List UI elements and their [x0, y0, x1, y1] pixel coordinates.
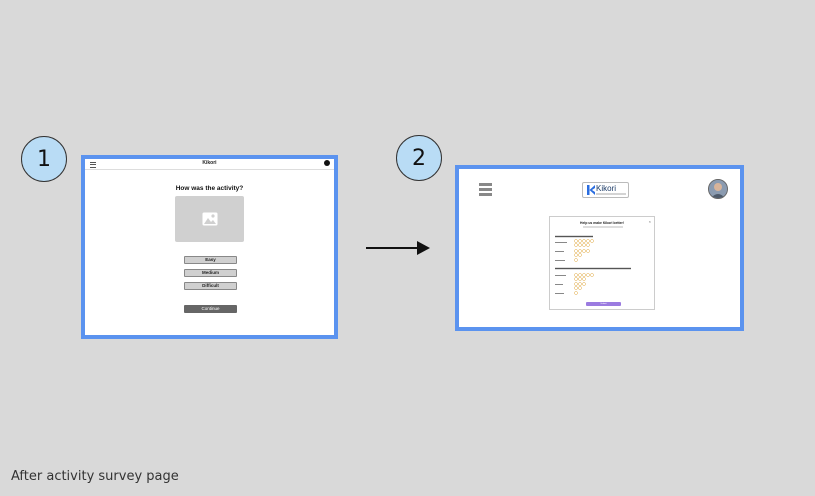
rating-row-label: [555, 284, 563, 285]
app-title: Kikori: [202, 160, 217, 166]
submit-button[interactable]: Submit: [586, 302, 621, 306]
kikori-logo-icon: [587, 185, 595, 195]
option-medium-button[interactable]: Medium: [184, 269, 237, 277]
step-number-2: 2: [396, 135, 442, 181]
rating-row-label: [555, 260, 565, 261]
screen-survey-form: Kikori Help us make Kikori better! × Sub…: [455, 165, 744, 331]
flow-arrow-icon: [366, 241, 430, 255]
activity-question: How was the activity?: [175, 185, 244, 192]
kikori-logo: Kikori: [582, 182, 629, 198]
star-rating[interactable]: [574, 258, 598, 263]
star-rating[interactable]: [574, 291, 598, 296]
option-difficult-button[interactable]: Difficult: [184, 282, 237, 290]
star-rating[interactable]: [574, 239, 598, 249]
continue-button[interactable]: Continue: [184, 305, 237, 313]
user-avatar-icon: [709, 180, 727, 198]
app-header: Kikori: [85, 159, 334, 170]
screen-activity-feedback: Kikori How was the activity? Easy Medium…: [81, 155, 338, 339]
rating-row-label: [555, 293, 564, 294]
option-easy-button[interactable]: Easy: [184, 256, 237, 264]
rating-row-label: [555, 275, 566, 276]
survey-subtitle: [550, 226, 654, 229]
page-caption: After activity survey page: [11, 469, 179, 484]
survey-question-1: [555, 235, 593, 238]
image-icon: [202, 212, 217, 226]
logo-tagline: [596, 193, 626, 196]
survey-question-2: [555, 267, 631, 270]
rating-row-label: [555, 251, 564, 252]
logo-text: Kikori: [596, 184, 617, 193]
step-number-1: 1: [21, 136, 67, 182]
image-placeholder: [175, 196, 244, 242]
profile-dot-icon[interactable]: [324, 160, 330, 166]
survey-card: Help us make Kikori better! × Submit: [549, 216, 655, 310]
survey-title: Help us make Kikori better!: [580, 221, 624, 225]
menu-icon[interactable]: [479, 183, 492, 196]
close-icon[interactable]: ×: [649, 219, 651, 224]
rating-row-label: [555, 242, 567, 243]
user-avatar[interactable]: [708, 179, 728, 199]
